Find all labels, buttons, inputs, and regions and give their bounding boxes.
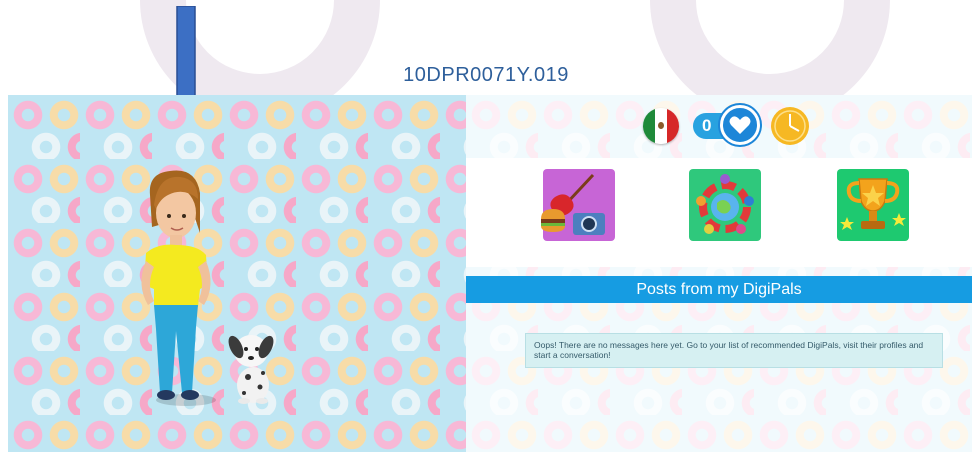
empty-posts-message: Oops! There are no messages here yet. Go… <box>525 333 943 368</box>
clock-icon[interactable] <box>771 107 809 145</box>
trophy-icon <box>840 178 906 230</box>
school-code-label: 10DPR0071Y.019 <box>403 64 569 86</box>
guitar-burger-camera-icon <box>541 173 605 235</box>
status-bar: 0 <box>466 95 972 157</box>
world-friends-activity[interactable] <box>689 169 761 241</box>
activity-row <box>466 158 972 267</box>
posts-header: Posts from my DigiPals <box>466 276 972 303</box>
puppy-companion <box>228 335 274 404</box>
likes-count: 0 <box>702 116 712 135</box>
profile-panel: 0 Posts from my DigiPals Oops! There are… <box>466 95 972 452</box>
globe-people-icon <box>696 174 754 234</box>
avatar-panel <box>8 95 466 452</box>
avatar-character[interactable] <box>8 95 466 452</box>
mexico-flag-icon[interactable] <box>643 108 679 144</box>
trophy-activity[interactable] <box>837 169 909 241</box>
music-food-photo-activity[interactable] <box>541 169 615 241</box>
heart-icon[interactable] <box>720 105 760 145</box>
